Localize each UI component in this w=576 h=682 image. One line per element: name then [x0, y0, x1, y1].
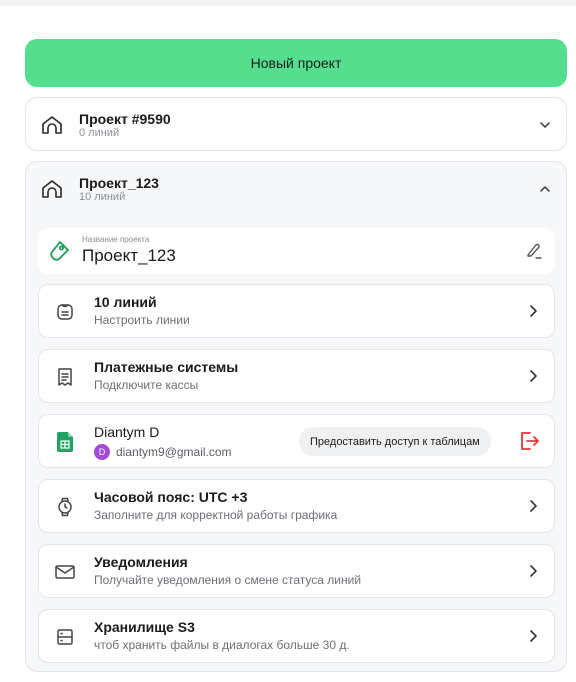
project-name-label: Название проекта — [82, 235, 150, 244]
pencil-icon[interactable] — [525, 242, 543, 265]
row-subtitle: Настроить линии — [94, 313, 190, 327]
project-subtitle: 0 линий — [79, 126, 120, 139]
project-card-123: Проект_123 10 линий Название проекта Про… — [25, 161, 567, 672]
row-subtitle: Подключите кассы — [94, 378, 199, 392]
phone-icon — [54, 301, 76, 323]
chevron-right-icon — [526, 564, 540, 578]
project-header[interactable]: Проект_123 10 линий — [26, 162, 566, 216]
home-icon — [38, 175, 66, 203]
tag-icon — [49, 240, 71, 267]
receipt-icon — [54, 366, 76, 388]
row-title: Хранилище S3 — [94, 619, 195, 635]
row-title: Часовой пояс: UTC +3 — [94, 489, 248, 505]
chevron-right-icon — [526, 499, 540, 513]
row-title: Уведомления — [94, 554, 188, 570]
project-name-value[interactable]: Проект_123 — [82, 246, 176, 266]
payment-systems-row[interactable]: Платежные системы Подключите кассы — [38, 349, 555, 403]
project-card-9590[interactable]: Проект #9590 0 линий — [25, 97, 567, 151]
notifications-row[interactable]: Уведомления Получайте уведомления о смен… — [38, 544, 555, 598]
storage-s3-row[interactable]: Хранилище S3 чтоб хранить файлы в диалог… — [38, 609, 555, 663]
row-subtitle: Заполните для корректной работы графика — [94, 508, 338, 522]
timezone-row[interactable]: Часовой пояс: UTC +3 Заполните для корре… — [38, 479, 555, 533]
account-email: diantym9@gmail.com — [116, 445, 232, 459]
project-title: Проект #9590 — [79, 110, 171, 127]
project-subtitle: 10 линий — [79, 190, 126, 203]
chevron-right-icon — [526, 369, 540, 383]
lines-settings-row[interactable]: 10 линий Настроить линии — [38, 284, 555, 338]
row-title: Платежные системы — [94, 359, 239, 375]
envelope-icon — [54, 561, 76, 583]
account-email-row: D diantym9@gmail.com — [94, 444, 232, 460]
google-sheets-icon — [54, 431, 76, 453]
logout-icon[interactable] — [518, 430, 540, 457]
chevron-down-icon[interactable] — [538, 118, 552, 132]
project-header[interactable]: Проект #9590 0 линий — [26, 98, 566, 152]
share-tables-button[interactable]: Предоставить доступ к таблицам — [299, 427, 491, 456]
new-project-button[interactable]: Новый проект — [25, 39, 567, 87]
top-bar — [0, 0, 576, 6]
server-icon — [54, 626, 76, 648]
google-sheets-row: Diantym D D diantym9@gmail.com Предостав… — [38, 414, 555, 468]
project-name-field[interactable]: Название проекта Проект_123 — [38, 228, 555, 274]
row-title: 10 линий — [94, 294, 157, 310]
row-subtitle: Получайте уведомления о смене статуса ли… — [94, 573, 362, 587]
home-icon — [38, 111, 66, 139]
chevron-up-icon[interactable] — [538, 182, 552, 196]
row-subtitle: чтоб хранить файлы в диалогах больше 30 … — [94, 638, 350, 652]
account-name: Diantym D — [94, 424, 160, 440]
avatar: D — [94, 444, 110, 460]
watch-icon — [54, 496, 76, 518]
chevron-right-icon — [526, 629, 540, 643]
project-title: Проект_123 — [79, 174, 159, 191]
chevron-right-icon — [526, 304, 540, 318]
